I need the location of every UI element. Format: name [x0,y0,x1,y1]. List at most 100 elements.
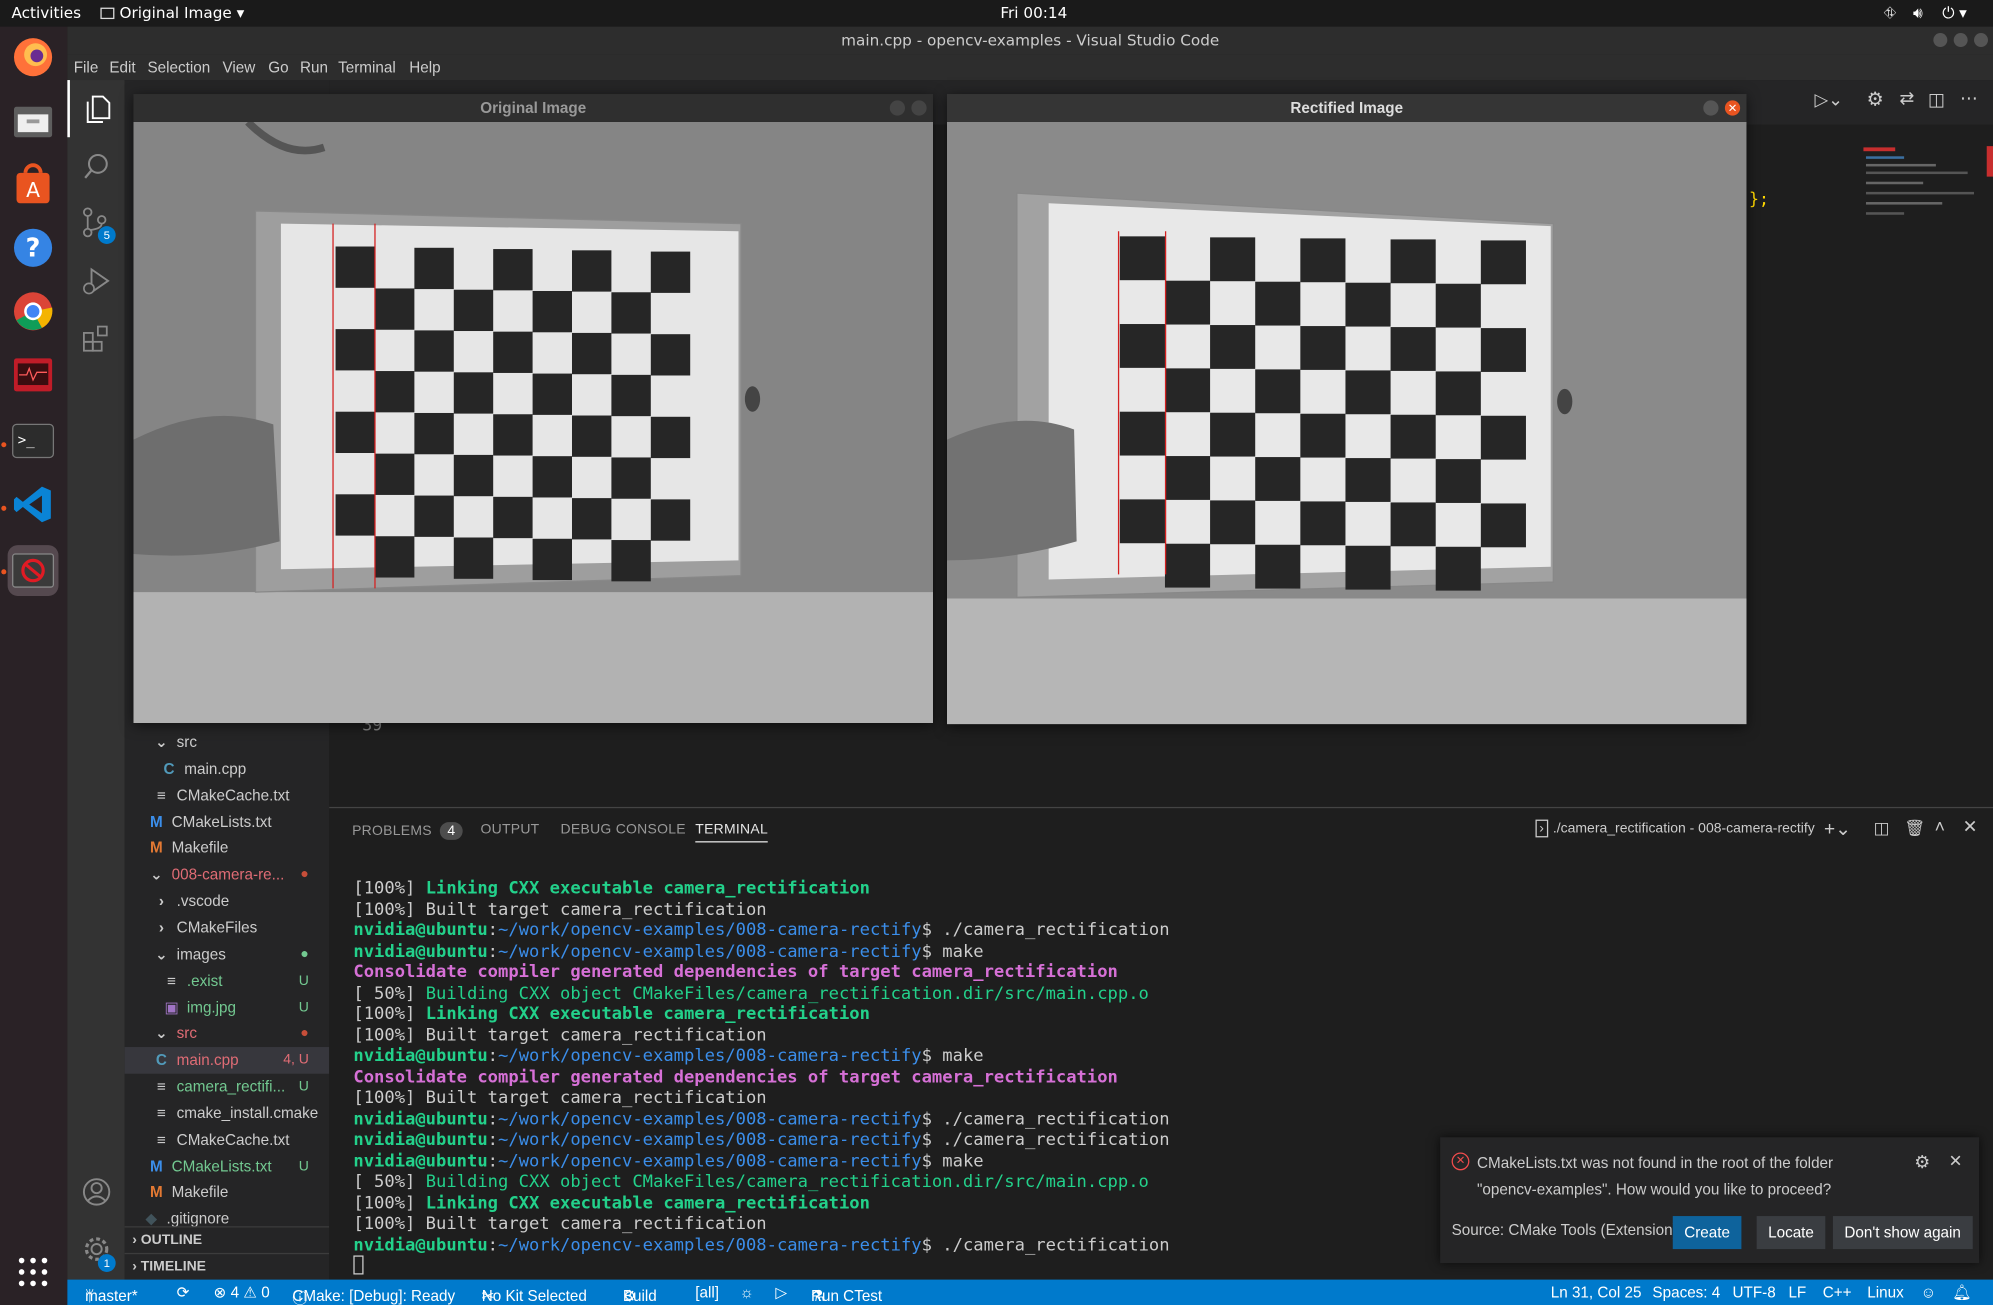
chrome-icon[interactable] [8,286,59,337]
activities-button[interactable]: Activities [11,4,81,22]
files-icon[interactable] [8,95,59,146]
split-terminal-icon[interactable]: ◫ [1874,818,1890,838]
os-config[interactable]: Linux [1867,1283,1903,1301]
vscode-icon[interactable] [8,479,59,530]
scrollbar-error-marker [1986,146,1993,177]
terminal-output[interactable]: [100%] Linking CXX executable camera_rec… [353,878,1170,1275]
tab-terminal[interactable]: TERMINAL [695,822,769,843]
minimize-icon[interactable] [889,100,906,116]
explorer-item[interactable]: M CMakeLists.txt U [125,1153,330,1180]
new-terminal-icon[interactable]: +⌄ [1824,817,1851,840]
close-icon[interactable] [911,100,927,116]
run-play-icon[interactable]: ▷ [775,1283,787,1301]
explorer-item[interactable]: ▣ img.jpg U [125,994,330,1021]
build-target[interactable]: [all] [695,1283,719,1301]
explorer-item[interactable]: M Makefile [125,835,330,862]
original-image-window[interactable]: Original Image [133,94,933,724]
clock[interactable]: Fri 00:14 [1000,4,1067,22]
board-square [1164,456,1211,500]
trash-icon[interactable]: 🗑︎ [1904,818,1925,838]
explorer-item[interactable]: ⌄ 008-camera-re... ● [125,862,330,889]
minimize-icon[interactable] [1933,33,1948,48]
explorer-item[interactable]: Cmain.cpp 4, U [124,1047,330,1074]
notification-gear-icon[interactable]: ⚙ [1914,1151,1930,1173]
maximize-panel-icon[interactable]: ˄ [1935,816,1945,836]
maximize-icon[interactable] [1953,33,1968,48]
network-icon[interactable]: ⛗ [1884,4,1896,23]
explorer-item[interactable]: ⌄ src ● [125,1021,330,1048]
terminal-selector[interactable]: › ./camera_rectification - 008-camera-rec… [1535,819,1815,838]
cursor-position[interactable]: Ln 31, Col 25 [1551,1283,1642,1301]
compare-changes-icon[interactable]: ⇄ [1899,88,1914,110]
board-square [1480,415,1526,460]
create-button[interactable]: Create [1672,1216,1742,1250]
explorer-item[interactable]: ≡ CMakeCache.txt [125,782,330,809]
menu-help[interactable]: Help [409,58,440,76]
dont-show-again-button[interactable]: Don't show again [1832,1216,1973,1250]
minimap[interactable] [1863,146,1985,229]
terminal-app-icon[interactable]: >_ [8,416,59,467]
tab-output[interactable]: OUTPUT [480,822,539,837]
help-icon[interactable]: ? [8,222,59,273]
power-icon[interactable]: ⏻ ▾ [1942,4,1967,23]
eol[interactable]: LF [1788,1283,1806,1301]
explorer-icon[interactable] [67,80,124,138]
rectified-image-window[interactable]: Rectified Image ✕ [946,94,1747,725]
menu-run[interactable]: Run [300,58,328,76]
debug-bug-icon[interactable]: ☼ [740,1283,754,1301]
software-center-icon[interactable]: A [8,159,59,210]
image-viewer-icon[interactable] [7,545,59,596]
volume-icon[interactable]: 🔊︎ [1913,4,1923,23]
locate-button[interactable]: Locate [1756,1216,1826,1250]
menu-file[interactable]: File [74,58,99,76]
run-debug-icon[interactable] [67,252,124,309]
explorer-item[interactable]: ⌄ src [125,729,330,756]
explorer-item[interactable]: ≡ .exist U [125,968,330,995]
explorer-item[interactable]: ≡ camera_rectifi... U [125,1074,330,1101]
cmake-settings-icon[interactable]: ⚙ [1867,88,1884,111]
problems-indicator[interactable]: ⊗ 4 ⚠ 0 [214,1283,270,1301]
more-actions-icon[interactable]: ⋯ [1960,88,1978,110]
feedback-icon[interactable]: ☺ [1921,1283,1937,1301]
language-mode[interactable]: C++ [1823,1283,1852,1301]
split-editor-icon[interactable]: ◫ [1928,89,1945,111]
search-icon[interactable] [67,137,124,194]
explorer-item[interactable]: ≡ cmake_install.cmake [125,1100,330,1127]
menu-edit[interactable]: Edit [109,58,135,76]
tab-problems[interactable]: PROBLEMS 4 [352,822,464,840]
firefox-icon[interactable] [8,32,59,83]
app-menu[interactable]: Original Image ▾ [100,4,244,22]
close-icon[interactable]: ✕ [1724,100,1741,116]
explorer-item[interactable]: ⌄ images ● [125,941,330,968]
menu-terminal[interactable]: Terminal [338,58,396,76]
explorer-item[interactable]: › CMakeFiles [125,915,330,942]
account-icon[interactable] [67,1163,124,1220]
notification-close-icon[interactable]: ✕ [1949,1151,1963,1171]
sync-icon[interactable]: ⟳ [177,1283,190,1301]
indentation[interactable]: Spaces: 4 [1652,1283,1720,1301]
menu-selection[interactable]: Selection [147,58,210,76]
terminal-segment: [100%] Built target camera_rectification [353,1024,767,1046]
menu-go[interactable]: Go [268,58,288,76]
explorer-item[interactable]: ≡ CMakeCache.txt [125,1127,330,1154]
encoding[interactable]: UTF-8 [1733,1283,1776,1301]
explorer-item[interactable]: Cmain.cpp [125,756,330,783]
menu-view[interactable]: View [222,58,255,76]
explorer-item[interactable]: M Makefile [125,1180,330,1207]
notifications-bell-icon[interactable]: 🔔︎ [1952,1283,1971,1301]
manage-gear-icon[interactable]: 1 [67,1220,124,1277]
source-control-icon[interactable]: 5 [67,194,124,251]
tab-debug-console[interactable]: DEBUG CONSOLE [561,822,686,837]
close-panel-icon[interactable]: ✕ [1963,816,1978,838]
terminal-segment: [100%] Built target camera_rectification [353,1213,767,1234]
explorer-item[interactable]: M CMakeLists.txt [125,809,330,836]
extensions-icon[interactable] [67,309,124,366]
timeline-section[interactable]: › TIMELINE [124,1252,330,1280]
outline-section[interactable]: › OUTLINE [124,1226,330,1253]
show-applications-icon[interactable] [8,1247,59,1298]
explorer-item[interactable]: › .vscode [125,888,330,915]
close-icon[interactable] [1974,33,1989,48]
run-code-icon[interactable]: ▷⌄ [1814,89,1843,111]
minimize-icon[interactable] [1703,100,1719,116]
system-monitor-icon[interactable] [8,349,59,400]
